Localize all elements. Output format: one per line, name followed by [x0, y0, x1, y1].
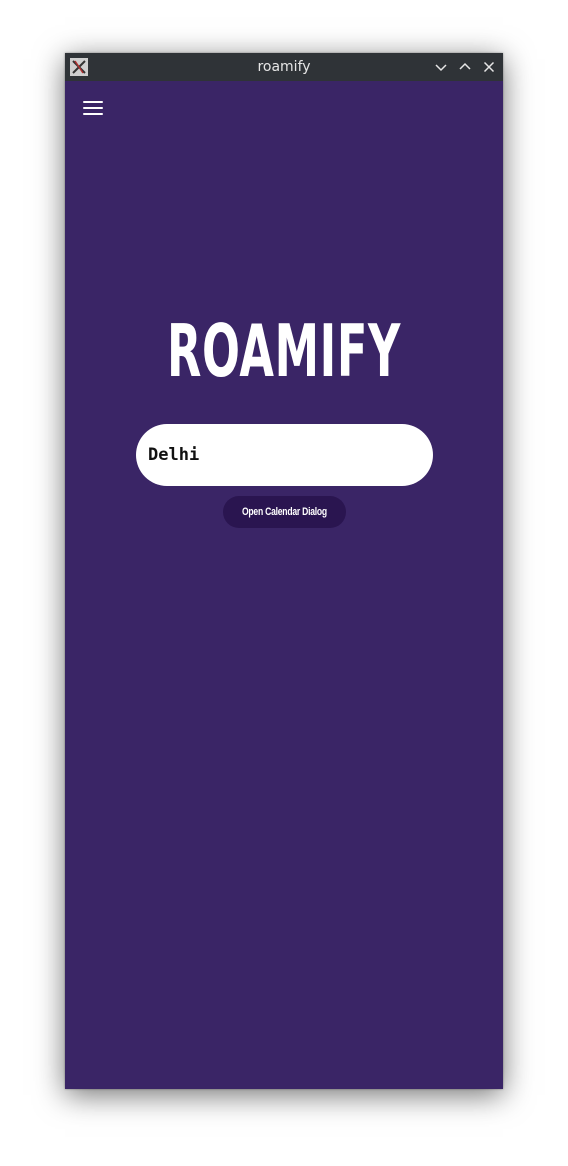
hamburger-menu-icon[interactable]	[83, 100, 103, 116]
open-calendar-button-label: Open Calendar Dialog	[242, 506, 327, 518]
title-bar[interactable]: roamify	[65, 53, 503, 81]
app-window: roamify ROAMIFY Open Calendar Dialog	[65, 53, 503, 1089]
menu-bar-line	[83, 101, 103, 103]
main-content: ROAMIFY Open Calendar Dialog	[65, 81, 503, 1089]
menu-bar-line	[83, 107, 103, 109]
menu-bar-line	[83, 113, 103, 115]
destination-input[interactable]	[136, 424, 433, 486]
brand-title: ROAMIFY	[167, 309, 401, 393]
minimize-icon[interactable]	[431, 57, 451, 77]
open-calendar-button[interactable]: Open Calendar Dialog	[223, 496, 346, 528]
maximize-icon[interactable]	[455, 57, 475, 77]
close-icon[interactable]	[479, 57, 499, 77]
